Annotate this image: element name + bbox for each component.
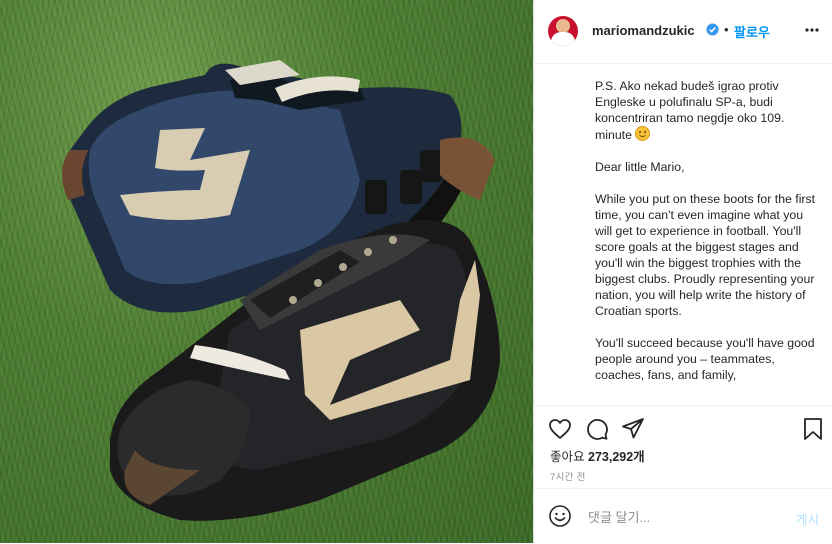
comment-input[interactable] xyxy=(586,503,790,531)
follow-button[interactable]: 팔로우 xyxy=(734,22,770,41)
post-photo[interactable] xyxy=(0,0,534,543)
caption-paragraph: Dear little Mario, xyxy=(595,160,685,174)
smiley-icon[interactable] xyxy=(548,504,572,528)
boots-illustration xyxy=(61,60,500,521)
caption-text: P.S. Ako nekad budeš igrao protiv Engles… xyxy=(595,78,817,399)
caption-paragraph: P.S. Ako nekad budeš igrao protiv Engles… xyxy=(595,78,817,143)
caption-paragraph-text: P.S. Ako nekad budeš igrao protiv Engles… xyxy=(595,79,788,142)
post-timestamp[interactable]: 7시간 전 xyxy=(550,469,586,483)
post-header: mariomandzukic • 팔로우 xyxy=(534,0,832,64)
comment-icon[interactable] xyxy=(584,416,610,442)
more-options-icon[interactable] xyxy=(804,20,820,40)
likes-count[interactable]: 좋아요 273,292개 xyxy=(550,446,645,465)
avatar-shirt xyxy=(551,32,575,46)
post-side-panel: mariomandzukic • 팔로우 P.S. Ako nekad bude… xyxy=(534,0,832,543)
caption-area: P.S. Ako nekad budeš igrao protiv Engles… xyxy=(534,64,832,405)
avatar-face xyxy=(556,19,570,33)
post-comment-button[interactable]: 게시 xyxy=(796,509,819,528)
instagram-post: mariomandzukic • 팔로우 P.S. Ako nekad bude… xyxy=(0,0,832,543)
caption-paragraph: While you put on these boots for the fir… xyxy=(595,192,819,318)
heart-icon[interactable] xyxy=(547,416,573,442)
caption-paragraph: You'll succeed because you'll have good … xyxy=(595,336,819,382)
likes-label: 좋아요 xyxy=(550,450,585,464)
smiling-face-emoji-icon xyxy=(635,126,651,141)
bookmark-icon[interactable] xyxy=(800,416,826,442)
username[interactable]: mariomandzukic xyxy=(592,23,695,38)
avatar[interactable] xyxy=(548,16,578,46)
comment-bar: 게시 xyxy=(534,488,832,544)
caption-scrollbar[interactable] xyxy=(828,64,832,405)
header-separator: • xyxy=(724,22,729,37)
likes-number: 273,292개 xyxy=(588,450,645,464)
share-icon[interactable] xyxy=(620,416,646,442)
verified-badge-icon xyxy=(706,23,719,36)
